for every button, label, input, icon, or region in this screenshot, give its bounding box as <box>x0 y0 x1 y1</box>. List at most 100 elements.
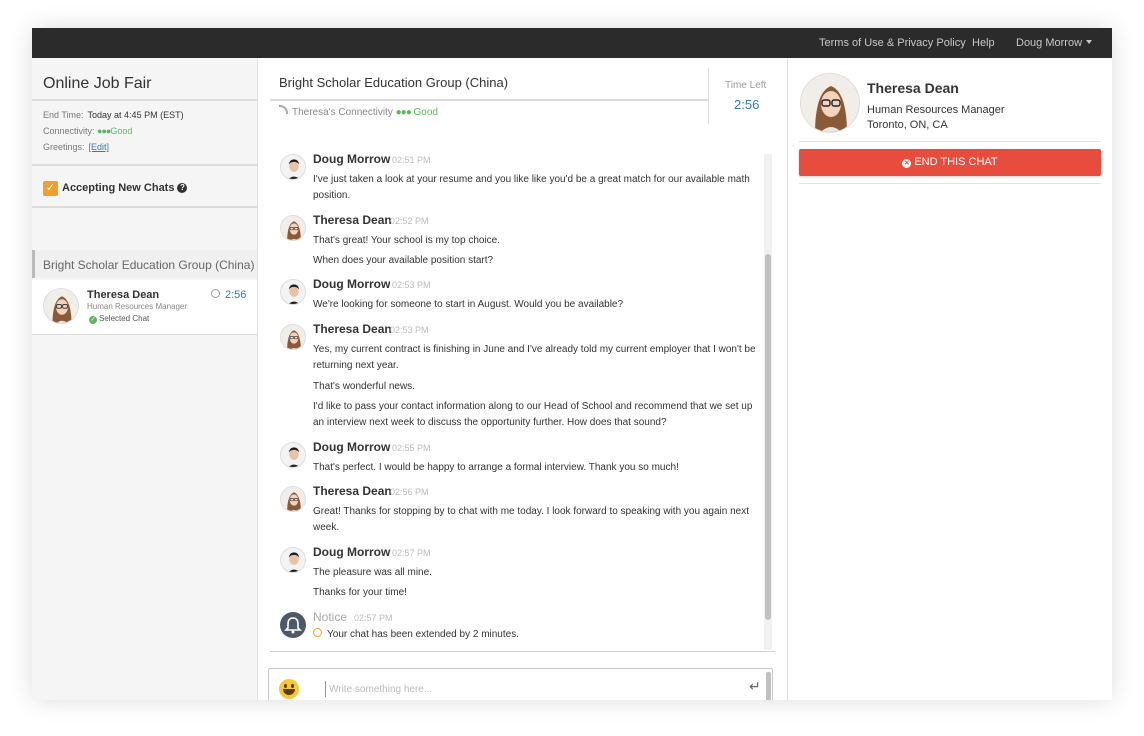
chat-connectivity-label: Theresa's Connectivity <box>292 107 393 118</box>
message-time: 02:53 PM <box>390 325 429 335</box>
chat-list-item[interactable]: Theresa Dean Human Resources Manager ✓ Se… <box>32 280 257 335</box>
notice-text-value: Your chat has been extended by 2 minutes… <box>327 629 519 640</box>
enter-icon[interactable]: ↵ <box>749 678 761 695</box>
accepting-chats-label[interactable]: Accepting New Chats? <box>62 182 188 194</box>
message-author: Doug Morrow <box>313 277 391 291</box>
message-author: Doug Morrow <box>313 545 391 559</box>
avatar <box>280 215 306 241</box>
notice-text: Your chat has been extended by 2 minutes… <box>313 627 758 643</box>
end-time: End Time: Today at 4:45 PM (EST) <box>43 110 184 120</box>
avatar <box>43 288 79 324</box>
time-left-value: 2:56 <box>734 97 760 112</box>
message-time: 02:55 PM <box>392 443 431 453</box>
top-navbar: Terms of Use & Privacy Policy Help Doug … <box>32 28 1112 58</box>
help-link[interactable]: Help <box>972 37 995 49</box>
bell-icon <box>280 612 306 638</box>
chat-item-status-text: Selected Chat <box>99 314 150 323</box>
chat-connectivity-value: Good <box>413 107 438 118</box>
chat-item-name: Theresa Dean <box>87 289 160 301</box>
message-scrollbar[interactable] <box>764 154 772 650</box>
user-name: Doug Morrow <box>1016 37 1083 49</box>
connectivity-label: Connectivity: <box>43 126 95 136</box>
emoji-icon[interactable] <box>279 679 299 699</box>
scrollbar-thumb[interactable] <box>765 254 771 620</box>
message-author: Theresa Dean <box>313 484 392 498</box>
avatar <box>280 279 306 305</box>
avatar-woman-icon <box>281 325 305 349</box>
profile-panel: Theresa Dean Human Resources Manager Tor… <box>787 58 1112 700</box>
message-text: I'd like to pass your contact informatio… <box>313 401 753 428</box>
chat-item-role: Human Resources Manager <box>87 302 188 311</box>
avatar-man-icon <box>281 443 305 467</box>
accepting-chats-text: Accepting New Chats <box>62 182 175 194</box>
divider <box>32 99 257 101</box>
avatar <box>280 154 306 180</box>
message-text: The pleasure was all mine. <box>313 567 432 578</box>
message-time: 02:53 PM <box>392 280 431 290</box>
notice-time: 02:57 PM <box>354 613 393 623</box>
message-input[interactable] <box>325 681 739 697</box>
message-text: We're looking for someone to start in Au… <box>313 299 624 310</box>
chat-item-time: 2:56 <box>211 289 246 301</box>
message-text: When does your available position start? <box>313 255 494 266</box>
divider <box>32 164 257 166</box>
user-menu[interactable]: Doug Morrow <box>1016 37 1093 49</box>
message-time: 02:57 PM <box>392 548 431 558</box>
avatar-woman-icon <box>281 487 305 511</box>
message-time: 02:56 PM <box>390 487 429 497</box>
check-circle-icon: ✓ <box>89 316 97 324</box>
end-time-label: End Time: <box>43 110 84 120</box>
message-text: That's great! Your school is my top choi… <box>313 235 501 246</box>
greetings-label: Greetings: <box>43 142 85 152</box>
message-text: That's wonderful news. <box>313 381 415 392</box>
message-text: Great! Thanks for stopping by to chat wi… <box>313 506 749 533</box>
clock-icon <box>211 289 220 298</box>
divider <box>270 651 775 652</box>
composer-scrollbar[interactable] <box>766 672 771 700</box>
divider <box>270 99 708 101</box>
avatar-woman-icon <box>44 289 78 323</box>
divider <box>799 141 1101 142</box>
signal-dots-icon: ●●● <box>395 107 412 118</box>
message-text: That's perfect. I would be happy to arra… <box>313 462 679 473</box>
message-author: Theresa Dean <box>313 322 392 336</box>
message-author: Doug Morrow <box>313 440 391 454</box>
connectivity: Connectivity: ●●●Good <box>43 126 132 136</box>
avatar-woman-icon <box>801 74 859 132</box>
end-chat-label: END THIS CHAT <box>914 156 998 168</box>
rss-icon <box>279 105 288 114</box>
profile-avatar <box>800 73 860 133</box>
time-left-box: Time Left 2:56 <box>708 68 779 124</box>
profile-role: Human Resources Manager <box>867 104 1005 116</box>
avatar-man-icon <box>281 548 305 572</box>
end-time-value: Today at 4:45 PM (EST) <box>87 110 184 120</box>
chat-item-time-value: 2:56 <box>225 289 247 301</box>
message-text: Yes, my current contract is finishing in… <box>313 344 756 371</box>
chat-panel: Bright Scholar Education Group (China) T… <box>258 58 787 700</box>
end-chat-button[interactable]: ✕ END THIS CHAT <box>799 149 1101 176</box>
message-time: 02:52 PM <box>390 216 429 226</box>
fair-title: Online Job Fair <box>43 75 152 92</box>
avatar-man-icon <box>281 280 305 304</box>
divider <box>799 183 1101 184</box>
warning-icon <box>313 628 322 637</box>
notice-title: Notice <box>313 610 348 624</box>
avatar <box>280 324 306 350</box>
message-text: I've just taken a look at your resume an… <box>313 174 750 201</box>
greetings: Greetings: [Edit] <box>43 142 109 152</box>
avatar <box>280 547 306 573</box>
app-window: Terms of Use & Privacy Policy Help Doug … <box>32 28 1112 700</box>
chat-title: Bright Scholar Education Group (China) <box>279 75 509 90</box>
greetings-edit-link[interactable]: [Edit] <box>89 142 110 152</box>
help-icon[interactable]: ? <box>177 183 188 193</box>
message-list[interactable]: Doug Morrow 02:51 PM I've just taken a l… <box>272 152 782 652</box>
group-name: Bright Scholar Education Group (China) <box>43 258 255 272</box>
caret-down-icon <box>1086 40 1093 44</box>
sidebar: Online Job Fair End Time: Today at 4:45 P… <box>32 58 258 700</box>
avatar-man-icon <box>281 155 305 179</box>
avatar <box>280 442 306 468</box>
close-circle-icon: ✕ <box>902 159 912 168</box>
message-composer: ↵ <box>268 668 773 700</box>
terms-link[interactable]: Terms of Use & Privacy Policy <box>819 37 966 49</box>
accepting-chats-checkbox[interactable]: ✓ <box>43 181 58 196</box>
